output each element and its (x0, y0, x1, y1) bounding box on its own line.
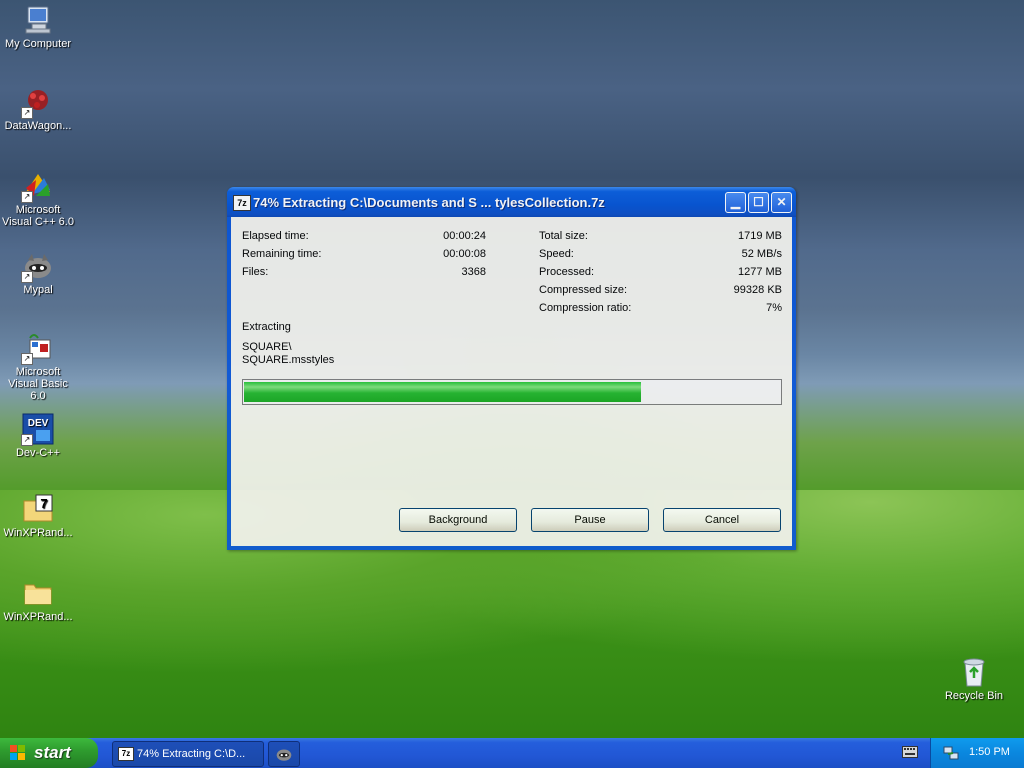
minimize-button[interactable]: ▁ (725, 192, 746, 213)
shortcut-arrow-icon: ↗ (21, 107, 33, 119)
desktop-icon-label: WinXPRand... (3, 611, 73, 623)
speed-label: Speed: (539, 248, 574, 260)
progress-bar (242, 379, 782, 405)
compressed-size-label: Compressed size: (539, 284, 628, 296)
taskbar: start 7z 74% Extracting C:\D... 1:50 PM (0, 738, 1024, 768)
svg-text:DEV: DEV (28, 418, 49, 429)
desktop-icon-recycle-bin[interactable]: Recycle Bin (936, 656, 1012, 702)
total-size-label: Total size: (539, 230, 588, 242)
desktop-icon-winxprand-archive[interactable]: 7 WinXPRand... (0, 493, 76, 539)
compression-ratio-label: Compression ratio: (539, 302, 632, 314)
desktop-icon-visual-basic[interactable]: ↗ Microsoft Visual Basic 6.0 (0, 332, 76, 402)
shortcut-arrow-icon: ↗ (21, 434, 33, 446)
visual-basic-icon: ↗ (21, 332, 54, 365)
pause-button[interactable]: Pause (531, 508, 649, 532)
maximize-button[interactable]: ☐ (748, 192, 769, 213)
clock[interactable]: 1:50 PM (969, 746, 1010, 758)
desktop-icon-datawagon[interactable]: ↗ DataWagon... (0, 86, 76, 132)
7z-icon: 7z (118, 747, 134, 761)
remaining-time-label: Remaining time: (242, 248, 322, 260)
elapsed-time-label: Elapsed time: (242, 230, 309, 242)
taskbar-item-7z[interactable]: 7z 74% Extracting C:\D... (112, 741, 264, 767)
close-icon: ✕ (776, 195, 787, 209)
7z-archive-icon: 7 (22, 493, 54, 525)
shortcut-arrow-icon: ↗ (21, 271, 33, 283)
network-icon[interactable] (943, 745, 959, 764)
desktop-icon-label: Mypal (23, 284, 53, 296)
cancel-button[interactable]: Cancel (663, 508, 781, 532)
desktop-icon-label: WinXPRand... (3, 527, 73, 539)
visual-cpp-icon: ↗ (21, 170, 54, 203)
shortcut-arrow-icon: ↗ (21, 191, 33, 203)
mypal-icon: ↗ (21, 250, 54, 283)
close-button[interactable]: ✕ (771, 192, 792, 213)
datawagon-icon: ↗ (21, 86, 54, 119)
desktop-icon-label: Recycle Bin (944, 690, 1004, 702)
desktop-icon-label: Microsoft Visual Basic 6.0 (8, 366, 68, 402)
keyboard-icon[interactable] (902, 746, 918, 758)
dev-cpp-icon: DEV ↗ (21, 413, 54, 446)
start-label: start (34, 743, 71, 762)
remaining-time-value: 00:00:08 (443, 248, 486, 260)
start-button[interactable]: start (0, 738, 98, 768)
processed-value: 1277 MB (737, 266, 782, 278)
files-value: 3368 (461, 266, 486, 278)
desktop-icon-dev-cpp[interactable]: DEV ↗ Dev-C++ (0, 413, 76, 459)
files-label: Files: (242, 266, 269, 278)
speed-value: 52 MB/s (741, 248, 782, 260)
dialog-titlebar[interactable]: 7z 74% Extracting C:\Documents and S ...… (227, 187, 796, 217)
folder-icon (22, 577, 54, 609)
desktop-icon-my-computer[interactable]: My Computer (0, 4, 76, 50)
dialog-title: 74% Extracting C:\Documents and S ... ty… (253, 195, 605, 210)
desktop-icon-mypal[interactable]: ↗ Mypal (0, 250, 76, 296)
maximize-icon: ☐ (753, 195, 764, 209)
current-file: SQUARE.msstyles (242, 354, 335, 366)
compressed-size-value: 99328 KB (733, 284, 782, 296)
desktop: My Computer ↗ DataWagon... ↗ Microsoft V (0, 0, 1024, 738)
total-size-value: 1719 MB (737, 230, 782, 242)
desktop-icon-label: My Computer (4, 38, 72, 50)
svg-text:7: 7 (40, 496, 47, 511)
compression-ratio-value: 7% (766, 302, 782, 314)
taskbar-item-mypal[interactable] (268, 741, 300, 767)
desktop-icon-label: Dev-C++ (15, 447, 61, 459)
desktop-icon-winxprand-folder[interactable]: WinXPRand... (0, 577, 76, 623)
extract-dialog: 7z 74% Extracting C:\Documents and S ...… (227, 187, 796, 550)
current-path: SQUARE\ (242, 341, 292, 353)
7z-icon: 7z (233, 195, 251, 211)
recycle-bin-icon (958, 656, 990, 688)
system-tray: 1:50 PM (930, 738, 1024, 768)
elapsed-time-value: 00:00:24 (443, 230, 486, 242)
desktop-icon-visual-cpp[interactable]: ↗ Microsoft Visual C++ 6.0 (0, 170, 76, 228)
windows-logo-icon (10, 745, 26, 761)
dialog-body: Elapsed time: 00:00:24 Remaining time: 0… (231, 217, 792, 546)
taskbar-item-label: 74% Extracting C:\D... (137, 748, 246, 760)
desktop-icon-label: DataWagon... (4, 120, 72, 132)
progress-fill (244, 382, 641, 402)
shortcut-arrow-icon: ↗ (21, 353, 33, 365)
status-label: Extracting (242, 321, 291, 333)
minimize-icon: ▁ (730, 195, 741, 209)
desktop-icon-label: Microsoft Visual C++ 6.0 (2, 204, 74, 228)
my-computer-icon (22, 4, 54, 36)
processed-label: Processed: (539, 266, 595, 278)
background-button[interactable]: Background (399, 508, 517, 532)
